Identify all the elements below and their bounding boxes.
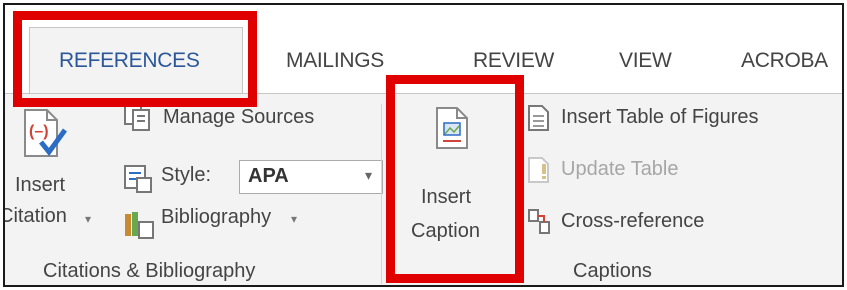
insert-caption-label-line1: Insert <box>421 186 472 208</box>
manage-sources-label: Manage Sources <box>163 106 315 128</box>
captions-group-label: Captions <box>573 260 652 282</box>
insert-table-of-figures-label: Insert Table of Figures <box>561 106 759 128</box>
ribbon-tab-bar: REFERENCES MAILINGS REVIEW VIEW ACROBA <box>5 5 842 95</box>
tab-review[interactable]: REVIEW <box>473 49 554 73</box>
tab-mailings[interactable]: MAILINGS <box>286 49 384 73</box>
ribbon-panel: (–) Insert Citation ▾ Manage Sources Sty… <box>3 93 842 285</box>
tab-view[interactable]: VIEW <box>619 49 672 73</box>
dropdown-caret-icon: ▾ <box>364 167 372 183</box>
insert-citation-label-line2: Citation <box>3 205 67 227</box>
insert-caption-icon <box>436 107 468 149</box>
bibliography-label: Bibliography <box>161 206 272 228</box>
style-value: APA <box>248 165 289 187</box>
update-table-label: Update Table <box>561 158 679 180</box>
citations-group-label: Citations & Bibliography <box>43 260 256 282</box>
insert-caption-label-line2: Caption <box>411 220 480 242</box>
dropdown-caret-icon: ▾ <box>85 212 92 226</box>
cross-reference-icon <box>528 209 550 234</box>
bibliography-icon <box>125 212 154 239</box>
update-table-icon <box>528 157 549 183</box>
manage-sources-icon <box>124 103 150 131</box>
tab-acrobat[interactable]: ACROBA <box>741 49 828 73</box>
group-separator <box>381 104 382 284</box>
style-icon <box>124 165 152 193</box>
svg-text:(–): (–) <box>29 123 49 140</box>
insert-citation-icon: (–) <box>24 109 67 157</box>
word-ribbon: REFERENCES MAILINGS REVIEW VIEW ACROBA (… <box>3 3 844 287</box>
insert-citation-label-line1: Insert <box>15 174 66 196</box>
style-label: Style: <box>161 164 212 186</box>
tab-references[interactable]: REFERENCES <box>59 49 200 73</box>
insert-table-of-figures-icon <box>528 105 549 131</box>
cross-reference-label: Cross-reference <box>561 210 705 232</box>
style-dropdown[interactable]: APA ▾ <box>239 160 383 194</box>
dropdown-caret-icon: ▾ <box>291 212 298 226</box>
